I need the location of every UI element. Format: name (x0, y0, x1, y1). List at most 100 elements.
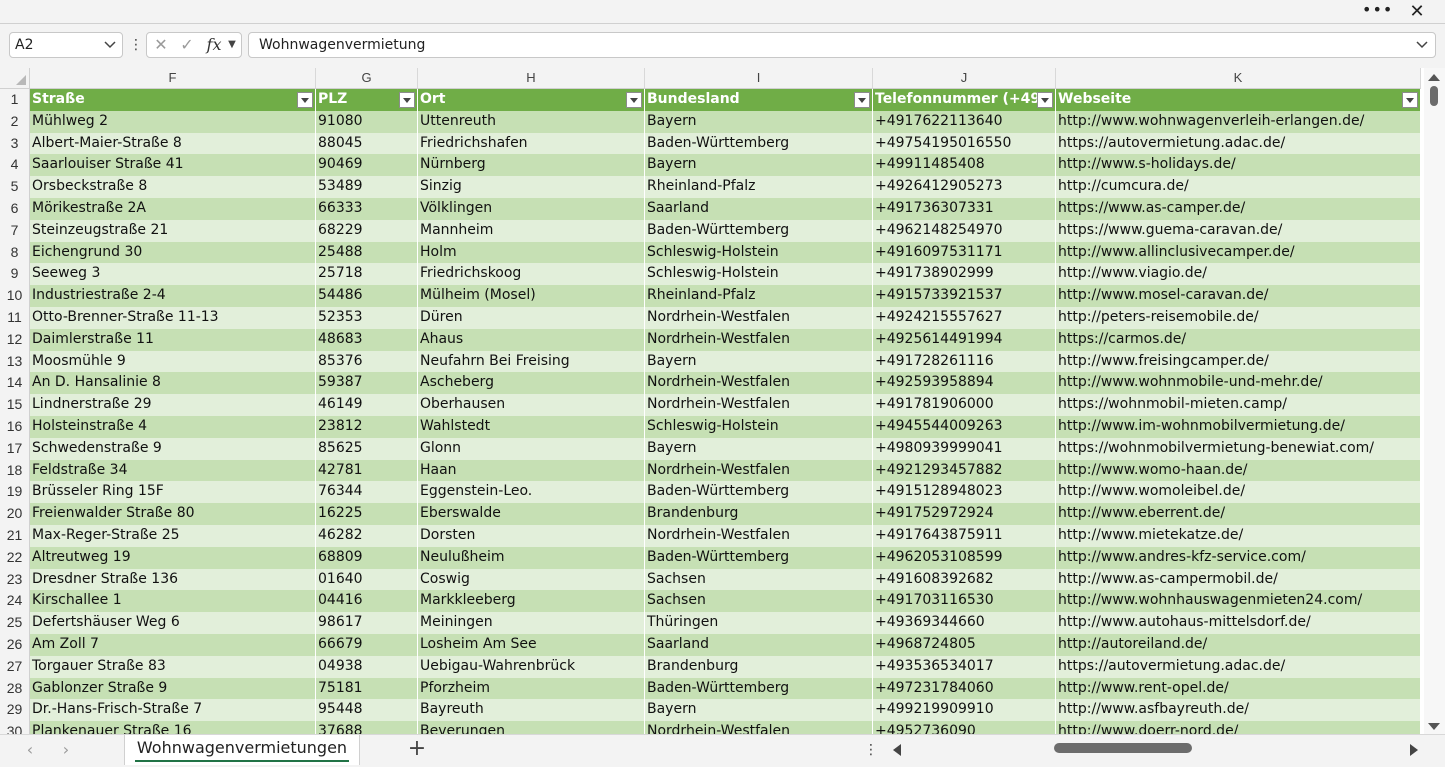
table-cell[interactable]: Orsbeckstraße 8 (30, 176, 316, 198)
table-cell[interactable]: Bayern (645, 110, 873, 133)
filter-dropdown-icon[interactable] (854, 92, 870, 108)
table-cell[interactable]: 66333 (316, 198, 418, 220)
table-cell[interactable]: Saarland (645, 198, 873, 220)
row-header[interactable]: 17 (0, 437, 30, 460)
table-cell[interactable]: http://www.im-wohnmobilvermietung.de/ (1056, 416, 1421, 438)
row-header[interactable]: 20 (0, 503, 30, 525)
table-cell[interactable]: http://autoreiland.de/ (1056, 634, 1421, 656)
table-cell[interactable]: Otto-Brenner-Straße 11-13 (30, 307, 316, 329)
row-header[interactable]: 15 (0, 394, 30, 416)
row-header[interactable]: 19 (0, 481, 30, 504)
table-cell[interactable]: 91080 (316, 110, 418, 133)
table-cell[interactable]: +49369344660 (873, 612, 1056, 634)
table-cell[interactable]: https://www.guema-caravan.de/ (1056, 219, 1421, 242)
table-cell[interactable]: Lindnerstraße 29 (30, 394, 316, 416)
table-cell[interactable]: Brüsseler Ring 15F (30, 481, 316, 504)
table-cell[interactable]: http://cumcura.de/ (1056, 176, 1421, 198)
table-cell[interactable]: 46149 (316, 394, 418, 416)
table-cell[interactable]: Losheim Am See (418, 634, 645, 656)
table-cell[interactable]: Am Zoll 7 (30, 634, 316, 656)
row-header[interactable]: 28 (0, 677, 30, 700)
column-header-k[interactable]: K (1056, 68, 1421, 89)
table-cell[interactable]: +4916097531171 (873, 241, 1056, 264)
cancel-icon[interactable]: ✕ (151, 34, 171, 56)
table-cell[interactable]: Mannheim (418, 219, 645, 242)
table-cell[interactable]: +4915128948023 (873, 481, 1056, 504)
table-cell[interactable]: Neulußheim (418, 546, 645, 569)
table-cell[interactable]: Dorsten (418, 525, 645, 547)
table-cell[interactable]: +491781906000 (873, 394, 1056, 416)
table-cell[interactable]: http://www.mosel-caravan.de/ (1056, 285, 1421, 307)
table-cell[interactable]: 68229 (316, 219, 418, 242)
table-cell[interactable]: +49754195016550 (873, 132, 1056, 155)
filter-dropdown-icon[interactable] (626, 92, 642, 108)
table-cell[interactable]: Meiningen (418, 612, 645, 634)
table-cell[interactable]: Nordrhein-Westfalen (645, 525, 873, 547)
filter-dropdown-icon[interactable] (1402, 92, 1418, 108)
table-cell[interactable]: 68809 (316, 546, 418, 569)
table-cell[interactable]: Gablonzer Straße 9 (30, 677, 316, 700)
table-cell[interactable]: Haan (418, 459, 645, 482)
table-cell[interactable]: Seeweg 3 (30, 263, 316, 286)
table-cell[interactable]: Holm (418, 241, 645, 264)
table-cell[interactable]: https://wohnmobil-mieten.camp/ (1056, 394, 1421, 416)
table-cell[interactable]: Bayreuth (418, 699, 645, 722)
row-header[interactable]: 4 (0, 154, 30, 177)
table-cell[interactable]: Eberswalde (418, 503, 645, 525)
table-cell[interactable]: Eggenstein-Leo. (418, 481, 645, 504)
table-cell[interactable]: Schwedenstraße 9 (30, 437, 316, 460)
table-cell[interactable]: Bayern (645, 699, 873, 722)
table-cell[interactable]: +4915733921537 (873, 285, 1056, 307)
row-header[interactable]: 11 (0, 307, 30, 329)
table-cell[interactable]: 85625 (316, 437, 418, 460)
table-cell[interactable]: +4945544009263 (873, 416, 1056, 438)
table-cell[interactable]: 25488 (316, 241, 418, 264)
table-cell[interactable]: +491728261116 (873, 350, 1056, 373)
table-cell[interactable]: 04416 (316, 590, 418, 613)
table-cell[interactable]: +491608392682 (873, 568, 1056, 591)
table-cell[interactable]: +4926412905273 (873, 176, 1056, 198)
table-cell[interactable]: Dresdner Straße 136 (30, 568, 316, 591)
vertical-dots-icon[interactable]: ⋮ (129, 34, 143, 56)
table-cell[interactable]: Daimlerstraße 11 (30, 328, 316, 351)
table-cell[interactable]: 88045 (316, 132, 418, 155)
table-cell[interactable]: Brandenburg (645, 503, 873, 525)
table-cell[interactable]: Industriestraße 2-4 (30, 285, 316, 307)
row-header[interactable]: 14 (0, 372, 30, 395)
table-cell[interactable]: 95448 (316, 699, 418, 722)
table-cell[interactable]: Sachsen (645, 590, 873, 613)
scroll-down-icon[interactable] (1428, 723, 1440, 730)
table-cell[interactable]: Baden-Württemberg (645, 481, 873, 504)
table-cell[interactable]: Moosmühle 9 (30, 350, 316, 373)
row-header[interactable]: 3 (0, 132, 30, 155)
table-cell[interactable]: +4924215557627 (873, 307, 1056, 329)
table-cell[interactable]: 25718 (316, 263, 418, 286)
table-cell[interactable]: Steinzeugstraße 21 (30, 219, 316, 242)
scroll-up-icon[interactable] (1428, 74, 1440, 81)
table-cell[interactable]: Thüringen (645, 612, 873, 634)
row-header[interactable]: 2 (0, 110, 30, 133)
table-cell[interactable]: Baden-Württemberg (645, 219, 873, 242)
filter-dropdown-icon[interactable] (399, 92, 415, 108)
name-box[interactable]: A2 (9, 32, 123, 58)
table-cell[interactable]: 52353 (316, 307, 418, 329)
table-cell[interactable]: https://autovermietung.adac.de/ (1056, 655, 1421, 678)
table-cell[interactable]: Max-Reger-Straße 25 (30, 525, 316, 547)
table-cell[interactable]: +493536534017 (873, 655, 1056, 678)
row-header[interactable]: 7 (0, 219, 30, 242)
table-cell[interactable]: Mörikestraße 2A (30, 198, 316, 220)
table-cell[interactable]: http://www.eberrent.de/ (1056, 503, 1421, 525)
table-cell[interactable]: +4968724805 (873, 634, 1056, 656)
row-header[interactable]: 22 (0, 546, 30, 569)
table-cell[interactable]: 76344 (316, 481, 418, 504)
header-cell[interactable]: Ort (418, 89, 645, 111)
table-cell[interactable]: Kirschallee 1 (30, 590, 316, 613)
more-options-button[interactable]: ••• (1362, 0, 1392, 24)
table-cell[interactable]: +499219909910 (873, 699, 1056, 722)
table-cell[interactable]: +4952736090 (873, 721, 1056, 734)
header-cell[interactable]: Straße (30, 89, 316, 111)
table-cell[interactable]: https://carmos.de/ (1056, 328, 1421, 351)
row-header[interactable]: 30 (0, 721, 30, 734)
table-cell[interactable]: Defertshäuser Weg 6 (30, 612, 316, 634)
table-cell[interactable]: 90469 (316, 154, 418, 177)
